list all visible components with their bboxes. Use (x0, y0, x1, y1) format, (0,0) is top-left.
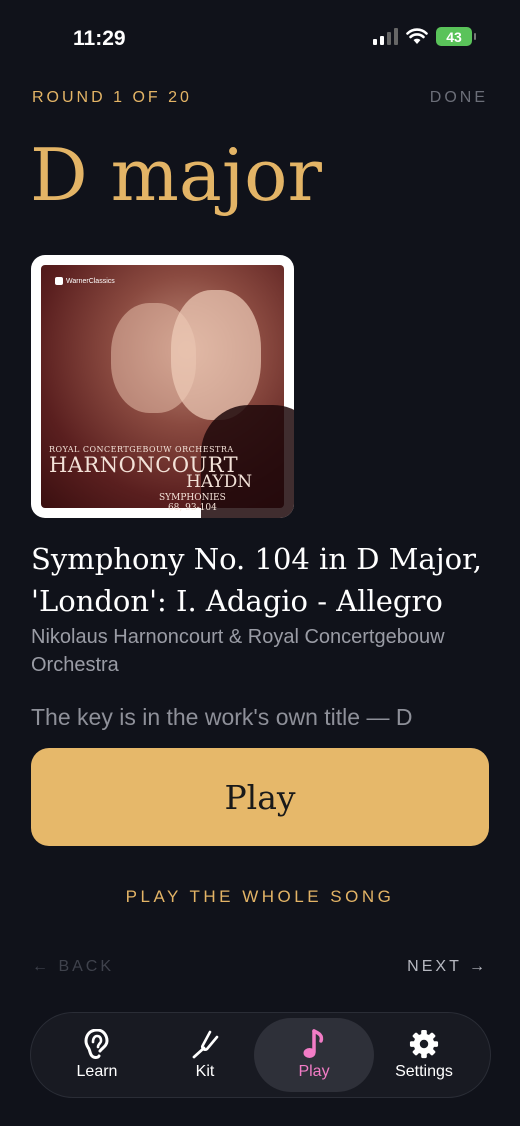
battery-icon: 43 (436, 27, 476, 46)
tab-play[interactable]: Play (254, 1018, 374, 1092)
battery-level: 43 (446, 28, 462, 45)
tab-kit-label: Kit (195, 1063, 215, 1080)
album-portrait-right (171, 290, 261, 420)
track-description: The key is in the work's own title — D (31, 704, 413, 730)
gear-icon (409, 1029, 439, 1059)
round-indicator: ROUND 1 OF 20 (32, 89, 192, 106)
album-symphonies-label: SYMPHONIES (159, 493, 226, 503)
status-bar: 11:29 43 (0, 0, 520, 70)
tab-settings-label: Settings (395, 1063, 453, 1080)
album-brand: WarnerClassics (55, 277, 115, 285)
tab-settings[interactable]: Settings (364, 1018, 484, 1092)
warner-logo-icon (55, 277, 63, 285)
tab-bar: Learn Kit Play Settings (30, 1012, 491, 1098)
tab-play-label: Play (298, 1063, 330, 1080)
album-brand-text: WarnerClassics (66, 277, 115, 285)
key-title: D major (30, 133, 322, 217)
play-whole-song-button[interactable]: PLAY THE WHOLE SONG (0, 887, 520, 907)
back-button[interactable]: ← BACK (32, 958, 114, 976)
wifi-icon (406, 28, 428, 44)
tab-kit[interactable]: Kit (145, 1018, 265, 1092)
status-icons: 43 (373, 27, 476, 46)
album-composer: HAYDN (186, 472, 253, 492)
album-symphonies-numbers: 68, 93-104 (167, 503, 217, 513)
next-button[interactable]: NEXT → (407, 958, 488, 976)
tab-learn-label: Learn (76, 1063, 118, 1080)
album-symphonies: SYMPHONIES 68, 93-104 (159, 493, 226, 513)
album-cover-image: WarnerClassics ROYAL CONCERTGEBOUW ORCHE… (41, 265, 294, 518)
done-button[interactable]: DONE (430, 89, 488, 107)
status-time: 11:29 (73, 27, 126, 50)
track-title: Symphony No. 104 in D Major, 'London': I… (31, 542, 483, 618)
tuning-fork-icon (190, 1029, 220, 1059)
tab-learn[interactable]: Learn (37, 1018, 157, 1092)
play-button[interactable]: Play (31, 748, 489, 846)
cellular-signal-icon (373, 28, 398, 45)
music-note-icon (299, 1029, 329, 1059)
track-artist: Nikolaus Harnoncourt & Royal Concertgebo… (31, 626, 445, 676)
ear-icon (82, 1029, 112, 1059)
album-art: WarnerClassics ROYAL CONCERTGEBOUW ORCHE… (31, 255, 294, 518)
